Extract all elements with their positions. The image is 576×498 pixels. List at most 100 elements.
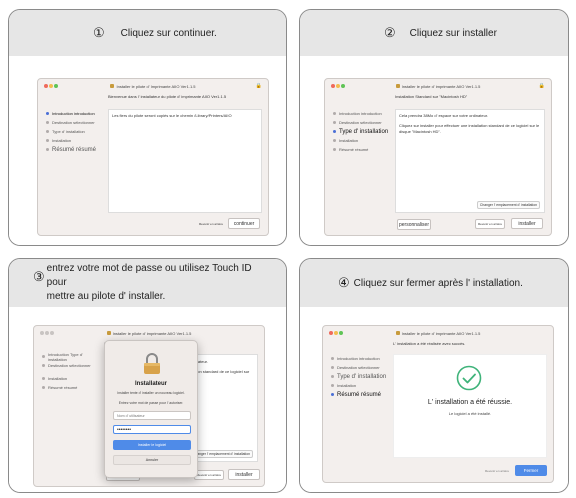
step-number: ① — [93, 25, 105, 40]
installer-steps: Introduction introduction Destination sé… — [46, 109, 106, 154]
content-pane: Cela prendra 38Mo d' espace sur votre or… — [395, 109, 545, 213]
step-card-header: ④ Cliquez sur fermer après l' installati… — [300, 259, 568, 307]
step-dot-icon — [42, 377, 45, 380]
minimize-window-button[interactable] — [336, 84, 340, 88]
minimize-window-button[interactable] — [45, 331, 49, 335]
cancel-button[interactable]: Annuler — [113, 455, 191, 465]
close-window-button[interactable] — [40, 331, 44, 335]
install-button[interactable]: installer — [511, 218, 543, 229]
step-item: Type d' installation — [333, 127, 393, 136]
step-item: Installation — [42, 374, 102, 383]
step-caption: Cliquez sur fermer après l' installation… — [353, 277, 523, 289]
step-item: Résumé résumé — [42, 383, 102, 392]
content-pane: L' installation a été réussie. Le logici… — [393, 354, 547, 458]
step-number: ② — [384, 25, 396, 40]
step-dot-icon — [331, 375, 334, 378]
dialog-description: Installer tente d' installer un nouveau … — [117, 391, 185, 395]
zoom-window-button[interactable] — [339, 331, 343, 335]
back-button[interactable]: Revenir en arrière — [194, 470, 224, 480]
content-pane: Les fiers du pilote seront copiés sur le… — [108, 109, 262, 213]
step-dot-icon — [333, 112, 336, 115]
step-dot-icon — [46, 121, 49, 124]
window-titlebar: Installer le pilote d' imprimante AIIO V… — [323, 326, 553, 340]
installer-steps: Introduction Type d' installation Destin… — [42, 352, 102, 392]
step-item: Introduction Type d' installation — [42, 352, 102, 362]
pane-text-line: Cela prendra 38Mo d' espace sur votre or… — [399, 113, 489, 118]
step-card-body: Installer le pilote d' imprimante AIIO V… — [9, 307, 286, 492]
zoom-window-button[interactable] — [54, 84, 58, 88]
installer-window: Installer le pilote d' Imprimante AIIO V… — [37, 78, 269, 236]
step-caption: entrez votre mot de passe ou utilisez To… — [46, 263, 252, 288]
step-card-header: ② Cliquez sur installer — [300, 10, 568, 56]
step-item: Résumé résumé — [333, 145, 393, 154]
close-window-button[interactable] — [329, 331, 333, 335]
step-item: Destination sélectionner — [331, 363, 391, 372]
package-icon — [110, 84, 115, 88]
minimize-window-button[interactable] — [334, 331, 338, 335]
step-item: Introduction introduction — [331, 354, 391, 363]
step-caption: mettre au pilote d' installer. — [46, 291, 166, 302]
step-item: Installation — [333, 136, 393, 145]
success-title: L' installation a été réussie. — [427, 399, 513, 406]
minimize-window-button[interactable] — [49, 84, 53, 88]
install-button[interactable]: installer — [228, 469, 260, 480]
password-dialog: Installateur Installer tente d' installe… — [104, 340, 198, 478]
pane-text: Les fiers du pilote seront copiés sur le… — [112, 113, 232, 118]
dialog-title: Installateur — [134, 381, 167, 387]
back-button[interactable]: Revenir en arrière — [483, 466, 511, 476]
window-titlebar: Installer le pilote d' imprimante AIIO V… — [34, 326, 264, 340]
installer-window: Installer le pilote d' imprimante AIIO V… — [33, 325, 265, 487]
window-titlebar: Installer le pilote d' imprimante AIIO V… — [325, 79, 551, 93]
step-item: Type d' installation — [331, 372, 391, 381]
close-window-button[interactable] — [331, 84, 335, 88]
window-title: Installer le pilote d' imprimante AIIO V… — [401, 330, 481, 336]
step-dot-icon — [333, 148, 336, 151]
step-item: Type d' installation — [46, 127, 106, 136]
step-dot-icon — [333, 139, 336, 142]
zoom-window-button[interactable] — [341, 84, 345, 88]
step-card-1: ① Cliquez sur continuer. Installer le pi… — [8, 9, 287, 246]
continue-button[interactable]: continuer — [228, 218, 260, 229]
zoom-window-button[interactable] — [50, 331, 54, 335]
step-number: ③ — [33, 269, 45, 284]
step-item: Introduction introduction — [46, 109, 106, 118]
step-card-body: Installer le pilote d' imprimante AIIO V… — [300, 307, 568, 492]
step-card-body: Installer le pilote d' Imprimante AIIO V… — [9, 56, 286, 245]
step-card-header: ③ entrez votre mot de passe ou utilisez … — [9, 259, 286, 307]
step-dot-icon — [46, 130, 49, 133]
package-icon — [395, 331, 400, 335]
step-item: Installation — [331, 381, 391, 390]
step-dot-icon — [333, 121, 336, 124]
step-caption: Cliquez sur continuer. — [120, 27, 217, 39]
install-software-button[interactable]: Installer le logiciel — [113, 440, 191, 450]
installer-window: Installer le pilote d' imprimante AIIO V… — [322, 325, 554, 483]
lock-icon — [143, 353, 161, 375]
installer-steps: Introduction introduction Destination sé… — [333, 109, 393, 154]
lock-icon: 🔒 — [255, 83, 262, 89]
step-dot-icon — [42, 386, 45, 389]
window-subtitle: Installation Standard sur "Macintosh HD" — [395, 94, 468, 99]
step-item: Destination sélectionner — [333, 118, 393, 127]
step-caption: Cliquez sur installer — [409, 27, 497, 39]
password-field[interactable]: •••••••• — [113, 425, 191, 434]
back-button[interactable]: Revenir en arrière — [198, 219, 224, 229]
step-dot-icon — [42, 355, 45, 358]
customize-button[interactable]: personnaliser — [397, 219, 431, 230]
close-window-button[interactable] — [44, 84, 48, 88]
pane-text-partial: allation standard de ce logiciel sur — [189, 369, 250, 374]
close-button[interactable]: Fermer — [515, 465, 547, 476]
window-title: Installer le pilote d' imprimante AIIO V… — [112, 330, 192, 336]
installer-window: Installer le pilote d' imprimante AIIO V… — [324, 78, 552, 236]
change-location-button[interactable]: Changer l' emplacement d' installation — [476, 201, 540, 209]
change-location-button[interactable]: Changer l' emplacement d' installation — [189, 450, 253, 458]
step-dot-icon — [42, 364, 45, 367]
step-dot-icon — [331, 393, 334, 396]
step-dot-icon — [46, 148, 49, 151]
step-item: Installation — [46, 136, 106, 145]
username-field[interactable]: Nom d' utilisateur — [113, 411, 191, 420]
back-button[interactable]: Revenir en arrière — [475, 219, 505, 229]
package-icon — [395, 84, 400, 88]
step-card-header: ① Cliquez sur continuer. — [9, 10, 286, 56]
step-dot-icon — [46, 112, 49, 115]
step-item: Résumé résumé — [46, 145, 106, 154]
